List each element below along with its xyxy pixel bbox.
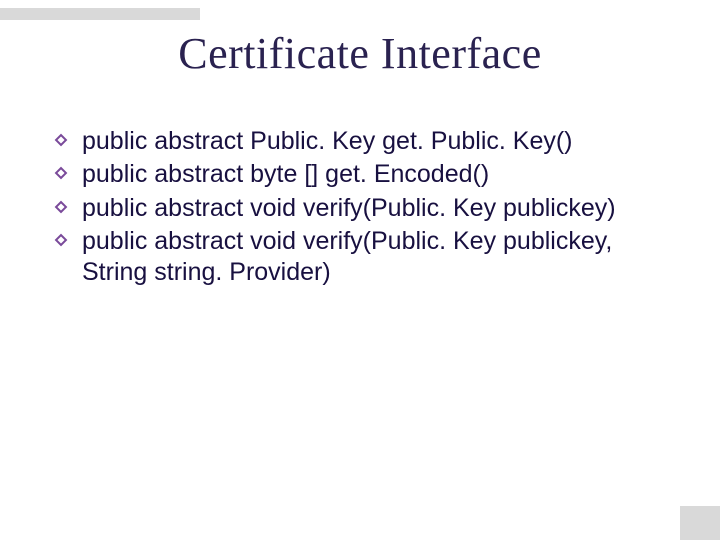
list-item-text: public abstract void verify(Public. Key … bbox=[82, 226, 680, 289]
list-item-text: public abstract Public. Key get. Public.… bbox=[82, 126, 573, 157]
list-item-text: public abstract byte [] get. Encoded() bbox=[82, 159, 489, 190]
list-item: public abstract byte [] get. Encoded() bbox=[54, 159, 680, 190]
list-item: public abstract void verify(Public. Key … bbox=[54, 193, 680, 224]
slide: Certificate Interface public abstract Pu… bbox=[0, 0, 720, 540]
list-item: public abstract void verify(Public. Key … bbox=[54, 226, 680, 289]
diamond-bullet-icon bbox=[54, 133, 72, 151]
diamond-bullet-icon bbox=[54, 166, 72, 184]
bullet-list: public abstract Public. Key get. Public.… bbox=[54, 126, 680, 290]
decoration-topbar bbox=[0, 8, 200, 20]
list-item: public abstract Public. Key get. Public.… bbox=[54, 126, 680, 157]
decoration-corner bbox=[680, 506, 720, 540]
slide-title: Certificate Interface bbox=[0, 28, 720, 79]
list-item-text: public abstract void verify(Public. Key … bbox=[82, 193, 616, 224]
diamond-bullet-icon bbox=[54, 233, 72, 251]
diamond-bullet-icon bbox=[54, 200, 72, 218]
